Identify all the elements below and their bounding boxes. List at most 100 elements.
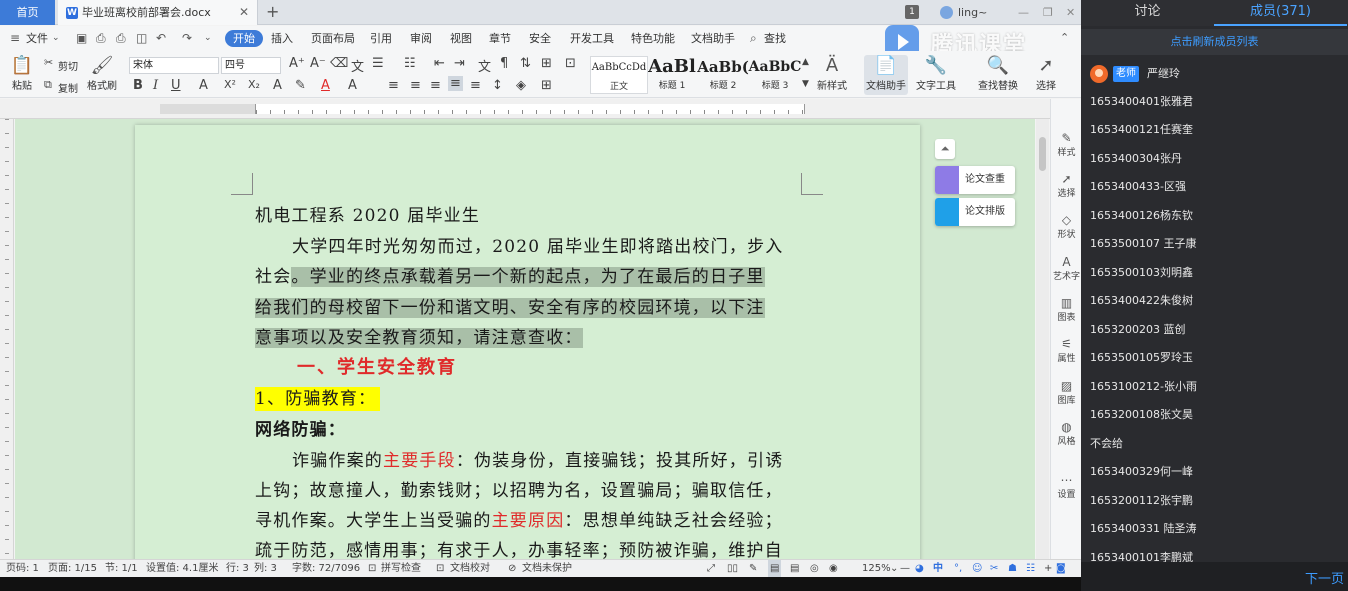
write-mode-icon[interactable]: ✎ <box>749 560 757 577</box>
undo-icon[interactable]: ↶ <box>156 31 166 45</box>
protect-icon[interactable]: ⊘ <box>508 560 516 577</box>
char-shading-icon[interactable]: A <box>348 78 357 93</box>
menu-developer[interactable]: 开发工具 <box>570 26 614 51</box>
zoom-in-icon[interactable]: + <box>1044 560 1052 577</box>
member-item[interactable]: 不会给 <box>1090 435 1123 453</box>
user-avatar[interactable] <box>940 6 953 19</box>
outline-view-icon[interactable]: ▤ <box>790 560 799 577</box>
new-style-button[interactable]: Ä 新样式 <box>810 55 854 92</box>
minimize-icon[interactable]: — <box>1018 0 1029 25</box>
font-size-select[interactable]: 四号 <box>221 57 281 74</box>
member-item[interactable]: 1653500105罗玲玉 <box>1090 349 1193 367</box>
bold-icon[interactable]: B <box>133 78 143 93</box>
member-item[interactable]: 1653400422朱俊树 <box>1090 292 1193 310</box>
tab-document[interactable]: W 毕业班离校前部署会.docx ✕ <box>58 0 258 25</box>
text-effect-icon[interactable]: A <box>273 78 282 93</box>
zoom-dropdown-icon[interactable]: ⌄ <box>890 560 898 577</box>
new-tab-plus-icon[interactable]: + <box>266 0 279 24</box>
export-pdf-icon[interactable]: ⎙ <box>96 31 106 46</box>
page-view-icon[interactable]: ▤ <box>768 560 782 577</box>
scrollbar-thumb[interactable] <box>1039 137 1046 171</box>
underline-icon[interactable]: U <box>171 78 181 93</box>
member-item[interactable]: 1653100212-张小雨 <box>1090 378 1197 396</box>
menu-special[interactable]: 特色功能 <box>631 26 675 51</box>
window-count-badge[interactable]: 1 <box>905 5 919 19</box>
clear-format-icon[interactable]: ⌫ <box>330 56 348 71</box>
font-grow-icon[interactable]: A⁺ <box>289 56 305 71</box>
doc-line[interactable]: 寻机作案。大学生上当受骗的主要原因：思想单纯缺乏社会经验； <box>255 506 783 531</box>
status-protect[interactable]: 文档未保护 <box>522 560 572 577</box>
doc-line[interactable]: 大学四年时光匆匆而过，2020 届毕业生即将踏出校门，步入 <box>292 232 783 257</box>
close-tab-icon[interactable]: ✕ <box>239 0 249 25</box>
format-painter-button[interactable]: 🖌 格式刷 <box>80 55 124 92</box>
member-item[interactable]: 1653500107 王子康 <box>1090 235 1196 253</box>
ime-mode[interactable]: 中 <box>933 560 943 577</box>
status-pages[interactable]: 页面: 1/15 <box>48 560 97 577</box>
menu-start[interactable]: 开始 <box>225 30 263 47</box>
doc-line[interactable]: 1、防骗教育： <box>255 384 381 411</box>
close-window-icon[interactable]: ✕ <box>1066 0 1075 25</box>
chinese-layout-icon[interactable]: 文 <box>478 56 491 75</box>
italic-icon[interactable]: I <box>153 78 158 93</box>
next-page-button[interactable]: 下一页 <box>1305 568 1344 587</box>
status-page-code[interactable]: 页码: 1 <box>6 560 39 577</box>
copy-icon[interactable]: ⧉ <box>44 78 52 92</box>
taskpane-shape[interactable]: ◇ 形状 <box>1051 213 1081 240</box>
decrease-indent-icon[interactable]: ⇤ <box>434 56 445 71</box>
paste-button[interactable]: 📋 粘贴 <box>0 55 44 92</box>
justify-icon[interactable]: ≡ <box>448 76 463 91</box>
collapse-panel-icon[interactable]: ⏶ <box>935 139 955 159</box>
ime-emoji-icon[interactable]: ☺ <box>972 560 982 577</box>
sub-heading[interactable]: 网络防骗： <box>255 415 346 440</box>
fullscreen-icon[interactable]: ⤢ <box>707 560 715 577</box>
status-section[interactable]: 节: 1/1 <box>105 560 138 577</box>
menu-review[interactable]: 审阅 <box>410 26 432 51</box>
hamburger-icon[interactable]: ≡ <box>10 31 20 45</box>
taskpane-theme[interactable]: ◍ 风格 <box>1051 420 1081 447</box>
web-view-icon[interactable]: ◎ <box>810 560 819 577</box>
style-heading-1[interactable]: AaBl 标题 1 <box>643 56 701 94</box>
status-col[interactable]: 列: 3 <box>254 560 277 577</box>
document-page[interactable]: 机电工程系 2020 届毕业生 大学四年时光匆匆而过，2020 届毕业生即将踏出… <box>135 125 920 559</box>
doc-assistant-button[interactable]: 📄 文档助手 <box>864 55 908 95</box>
highlight-icon[interactable]: ✎ <box>295 78 306 93</box>
scissors-icon[interactable]: ✂ <box>44 56 53 69</box>
style-heading-3[interactable]: AaBbC 标题 3 <box>746 56 804 94</box>
vertical-ruler[interactable] <box>0 119 14 559</box>
distributed-align-icon[interactable]: ≡ <box>470 78 481 93</box>
status-proofread[interactable]: 文档校对 <box>450 560 490 577</box>
status-words[interactable]: 字数: 72/7096 <box>292 560 360 577</box>
bullet-list-icon[interactable]: ☰ <box>372 56 384 71</box>
member-item[interactable]: 1653400121任赛奎 <box>1090 121 1193 139</box>
tab-members[interactable]: 成员(371) <box>1214 0 1347 26</box>
borders-icon[interactable]: ⊞ <box>541 78 552 93</box>
status-setting[interactable]: 设置值: 4.1厘米 <box>146 560 218 577</box>
numbered-list-icon[interactable]: ☷ <box>404 56 416 71</box>
find-replace-button[interactable]: 🔍 查找替换 <box>976 55 1020 92</box>
member-item[interactable]: 1653400126杨东钦 <box>1090 207 1193 225</box>
paper-layout-button[interactable]: 论文排版 <box>935 198 1015 226</box>
ime-punct-icon[interactable]: °, <box>954 560 962 577</box>
taskpane-chart[interactable]: ▥ 图表 <box>1051 296 1081 323</box>
save-icon[interactable]: ▣ <box>76 31 87 45</box>
font-shrink-icon[interactable]: A⁻ <box>310 56 326 71</box>
restore-icon[interactable]: ❐ <box>1043 0 1053 25</box>
user-status-icon[interactable]: ◙ <box>1056 560 1066 577</box>
zoom-out-icon[interactable]: — <box>900 560 910 577</box>
search-icon[interactable]: ⌕ <box>750 31 757 46</box>
ime-tools-icon[interactable]: ✂ <box>990 560 998 577</box>
styles-scroll-up-icon[interactable]: ▲ <box>802 57 809 67</box>
text-tools-button[interactable]: 🔧 文字工具 <box>914 55 958 92</box>
quick-access-chevron-icon[interactable]: ⌄ <box>204 33 212 43</box>
select-button[interactable]: ➚ 选择 <box>1024 55 1068 92</box>
sort-icon[interactable]: ⇅ <box>520 56 531 71</box>
align-center-icon[interactable]: ≡ <box>410 78 421 93</box>
menu-chapter[interactable]: 章节 <box>489 26 511 51</box>
print-icon[interactable]: ⎙ <box>116 31 126 46</box>
ime-skin-icon[interactable]: ☗ <box>1008 560 1017 577</box>
eye-protect-icon[interactable]: ◉ <box>829 560 838 577</box>
horizontal-ruler[interactable] <box>0 99 1050 119</box>
taskpane-select[interactable]: ➚ 选择 <box>1051 172 1081 199</box>
print-preview-icon[interactable]: ◫ <box>136 31 147 45</box>
subscript-icon[interactable]: X₂ <box>248 78 260 91</box>
